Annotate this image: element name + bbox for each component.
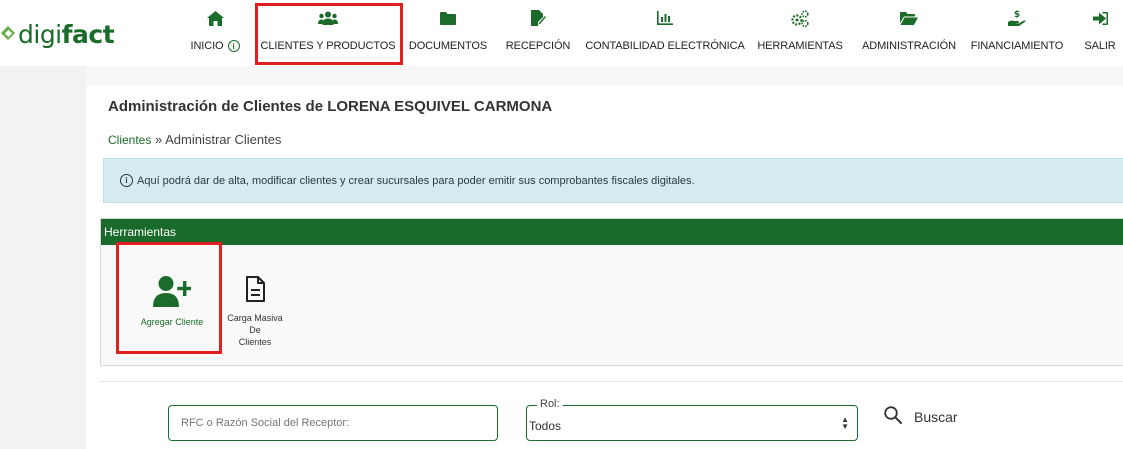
- home-icon: [206, 8, 224, 28]
- logo-text-digi: digi: [18, 19, 62, 49]
- info-icon[interactable]: i: [227, 40, 240, 52]
- info-alert-text: Aquí podrá dar de alta, modificar client…: [137, 174, 695, 187]
- nav-label-financiamiento: FINANCIAMIENTO: [970, 40, 1064, 52]
- rfc-search-input[interactable]: [168, 405, 498, 441]
- highlight-box-add-client: [116, 242, 222, 354]
- highlight-box-nav-clientes: [255, 3, 403, 65]
- nav-item-recepcion[interactable]: RECEPCIÓN: [506, 8, 570, 60]
- search-button-label: Buscar: [914, 409, 958, 425]
- hand-money-icon: $: [1008, 8, 1026, 28]
- logo-mark-icon: [2, 27, 16, 41]
- folder-open-icon: [900, 8, 918, 28]
- nav-item-inicio[interactable]: INICIO i: [186, 8, 244, 60]
- digifact-logo[interactable]: digi fact: [2, 16, 115, 52]
- svg-text:$: $: [1014, 10, 1020, 20]
- file-signature-icon: [530, 8, 546, 28]
- breadcrumb-link-clientes[interactable]: Clientes: [108, 133, 151, 147]
- search-button[interactable]: Buscar: [884, 402, 958, 432]
- breadcrumb-separator: »: [151, 132, 166, 147]
- nav-label-salir: SALIR: [1084, 40, 1116, 52]
- info-icon: i: [120, 174, 133, 187]
- page-title: Administración de Clientes de LORENA ESQ…: [108, 98, 553, 115]
- nav-item-herramientas[interactable]: HERRAMIENTAS: [757, 8, 843, 60]
- tools-panel-header: Herramientas: [101, 219, 1123, 245]
- sign-out-icon: [1092, 8, 1108, 28]
- gears-icon: [791, 8, 809, 28]
- info-alert: i Aquí podrá dar de alta, modificar clie…: [103, 158, 1123, 203]
- folder-icon: [440, 8, 456, 28]
- header-separator-band: [86, 66, 1123, 86]
- nav-item-administracion[interactable]: ADMINISTRACIÓN: [862, 8, 956, 60]
- search-icon: [884, 405, 902, 429]
- role-select[interactable]: Rol: Todos ▲ ▼: [526, 398, 858, 441]
- nav-label-contabilidad: CONTABILIDAD ELECTRÓNICA: [585, 40, 745, 52]
- role-select-label: Rol:: [537, 398, 563, 410]
- logo-text-fact: fact: [61, 19, 115, 49]
- bulk-upload-label-line1: Carga Masiva De: [227, 313, 283, 335]
- file-lines-icon: [245, 276, 265, 307]
- chart-icon: [657, 8, 673, 28]
- nav-item-contabilidad-electronica[interactable]: CONTABILIDAD ELECTRÓNICA: [585, 8, 745, 60]
- bulk-upload-label-line2: Clientes: [238, 337, 272, 347]
- top-navigation-bar: digi fact INICIO i CLIENTES Y PRODUCTOS DO…: [0, 0, 1123, 66]
- nav-label-documentos: DOCUMENTOS: [408, 40, 488, 52]
- nav-label-herramientas: HERRAMIENTAS: [757, 40, 843, 52]
- nav-label-recepcion: RECEPCIÓN: [505, 40, 571, 52]
- breadcrumb: Clientes » Administrar Clientes: [108, 132, 281, 147]
- select-arrows-icon: ▲ ▼: [841, 415, 849, 431]
- nav-item-salir[interactable]: SALIR: [1080, 8, 1120, 60]
- role-select-value: Todos: [529, 419, 562, 433]
- breadcrumb-current: Administrar Clientes: [165, 132, 282, 147]
- nav-label-administracion: ADMINISTRACIÓN: [862, 40, 956, 52]
- nav-label-inicio: INICIO: [190, 40, 224, 52]
- nav-item-financiamiento[interactable]: $ FINANCIAMIENTO: [969, 8, 1065, 60]
- bulk-upload-clients-button[interactable]: Carga Masiva De Clientes: [222, 276, 288, 348]
- nav-item-documentos[interactable]: DOCUMENTOS: [409, 8, 487, 60]
- section-divider: [100, 381, 1123, 382]
- left-gutter: [0, 66, 86, 449]
